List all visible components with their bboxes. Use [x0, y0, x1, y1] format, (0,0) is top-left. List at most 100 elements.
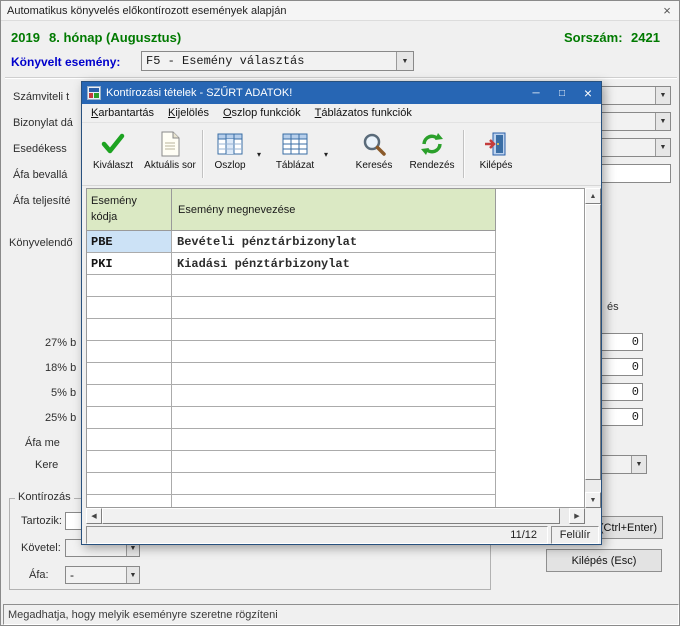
column-dropdown-icon[interactable]: ▾ — [253, 126, 265, 182]
event-name-cell[interactable] — [172, 363, 496, 385]
event-code-cell[interactable] — [87, 429, 172, 451]
dialog-toolbar: Kiválaszt Aktuális sor Oszlop ▾ Tá — [82, 123, 601, 186]
toolbar-separator — [463, 130, 465, 178]
vertical-scroll-thumb[interactable] — [585, 204, 601, 480]
kerekites-dropdown-icon[interactable]: ▼ — [631, 456, 646, 473]
tartozik-label: Tartozik: — [21, 515, 62, 527]
table-row: PKI Kiadási pénztárbizonylat — [87, 253, 584, 275]
event-code-cell[interactable] — [87, 385, 172, 407]
table-icon — [282, 130, 308, 158]
main-window: Automatikus könyvelés előkontírozott ese… — [0, 0, 680, 626]
menu-oszlop-funkciok[interactable]: Oszlop funkciók — [216, 105, 308, 122]
table-dropdown-icon[interactable]: ▾ — [320, 126, 332, 182]
column-table-icon — [217, 130, 243, 158]
table-button[interactable]: Táblázat — [270, 126, 320, 182]
search-button[interactable]: Keresés — [346, 126, 402, 182]
bizonylat-datum-dropdown-icon[interactable]: ▼ — [655, 113, 670, 130]
search-button-label: Keresés — [356, 160, 393, 171]
event-name-cell[interactable] — [172, 407, 496, 429]
event-table-body: PBE Bevételi pénztárbizonylat PKI Kiadás… — [87, 231, 584, 508]
event-code-cell[interactable]: PKI — [87, 253, 172, 275]
horizontal-scrollbar[interactable]: ◀ ▶ — [86, 508, 585, 524]
table-row — [87, 385, 584, 407]
vertical-scrollbar[interactable]: ▲ ▼ — [585, 188, 601, 508]
event-code-cell[interactable] — [87, 495, 172, 508]
event-code-cell[interactable]: PBE — [87, 231, 172, 253]
menu-karbantartas[interactable]: Karbantartás — [84, 105, 161, 122]
select-button[interactable]: Kiválaszt — [85, 126, 141, 182]
table-row — [87, 451, 584, 473]
label-5-percent: 5% b — [51, 387, 76, 399]
event-combo[interactable]: F5 - Esemény választás ▼ — [141, 51, 414, 71]
scroll-down-icon[interactable]: ▼ — [585, 492, 601, 508]
dialog-close-button[interactable]: × — [575, 82, 601, 104]
event-code-cell[interactable] — [87, 341, 172, 363]
esedekesseg-dropdown-icon[interactable]: ▼ — [655, 139, 670, 156]
dialog-maximize-button[interactable]: □ — [549, 82, 575, 104]
szamviteli-field-dropdown-icon[interactable]: ▼ — [655, 87, 670, 104]
scroll-left-icon[interactable]: ◀ — [86, 508, 102, 524]
event-combo-dropdown-icon[interactable]: ▼ — [396, 52, 413, 70]
table-row: PBE Bevételi pénztárbizonylat — [87, 231, 584, 253]
dialog-menubar: Karbantartás Kijelölés Oszlop funkciók T… — [82, 104, 601, 123]
search-icon — [361, 130, 387, 158]
event-name-cell[interactable] — [172, 429, 496, 451]
label-27-percent: 27% b — [45, 337, 76, 349]
event-code-cell[interactable] — [87, 451, 172, 473]
label-afa-mentes: Áfa me — [25, 437, 60, 449]
select-button-label: Kiválaszt — [93, 160, 133, 171]
event-name-cell[interactable] — [172, 473, 496, 495]
event-name-cell[interactable]: Bevételi pénztárbizonylat — [172, 231, 496, 253]
event-code-cell[interactable] — [87, 275, 172, 297]
event-name-cell[interactable] — [172, 297, 496, 319]
exit-button[interactable]: Kilépés (Esc) — [546, 549, 662, 572]
table-row — [87, 473, 584, 495]
dialog-statusbar: 11/12 Felülír — [82, 526, 601, 544]
window-title: Automatikus könyvelés előkontírozott ese… — [7, 5, 286, 17]
event-name-cell[interactable] — [172, 495, 496, 508]
event-name-cell[interactable] — [172, 451, 496, 473]
table-row — [87, 275, 584, 297]
event-name-cell[interactable] — [172, 385, 496, 407]
event-code-cell[interactable] — [87, 473, 172, 495]
period-year: 2019 — [11, 30, 40, 45]
period-month: 8. hónap (Augusztus) — [49, 30, 181, 45]
event-code-cell[interactable] — [87, 319, 172, 341]
window-close-button[interactable]: × — [655, 3, 679, 18]
dialog-exit-button[interactable]: Kilépés — [468, 126, 524, 182]
scroll-up-icon[interactable]: ▲ — [585, 188, 601, 204]
horizontal-scroll-thumb[interactable] — [102, 508, 560, 524]
document-icon — [159, 130, 181, 158]
form-label-afa-bevallas: Áfa bevallá — [13, 169, 67, 181]
dialog-minimize-button[interactable]: ─ — [523, 82, 549, 104]
event-name-cell[interactable]: Kiadási pénztárbizonylat — [172, 253, 496, 275]
current-row-button[interactable]: Aktuális sor — [141, 126, 199, 182]
menu-tablazatos-funkciok[interactable]: Táblázatos funkciók — [308, 105, 419, 122]
table-button-label: Táblázat — [276, 160, 314, 171]
event-code-cell[interactable] — [87, 407, 172, 429]
afa-combo[interactable]: - ▼ — [65, 566, 140, 584]
sort-button[interactable]: Rendezés — [404, 126, 460, 182]
kontirozas-group-label: Kontírozás — [15, 491, 74, 503]
menu-kijeloles[interactable]: Kijelölés — [161, 105, 216, 122]
code-column-header[interactable]: Esemény kódja — [87, 189, 172, 231]
dialog-titlebar[interactable]: Kontírozási tételek - SZŰRT ADATOK! ─ □ … — [82, 82, 601, 104]
afa-dropdown-icon[interactable]: ▼ — [126, 567, 139, 583]
event-name-cell[interactable] — [172, 341, 496, 363]
form-label-esedekesseg: Esedékess — [13, 143, 67, 155]
event-name-cell[interactable] — [172, 275, 496, 297]
name-column-header[interactable]: Esemény megnevezése — [172, 189, 496, 231]
status-bar-text: Megadhatja, hogy melyik eseményre szeret… — [8, 609, 278, 621]
column-button[interactable]: Oszlop — [207, 126, 253, 182]
table-row — [87, 363, 584, 385]
event-code-cell[interactable] — [87, 363, 172, 385]
table-row — [87, 407, 584, 429]
sort-button-label: Rendezés — [409, 160, 454, 171]
event-code-cell[interactable] — [87, 297, 172, 319]
event-table: Esemény kódja Esemény megnevezése PBE Be… — [86, 188, 585, 508]
form-label-bizonylat: Bizonylat dá — [13, 117, 73, 129]
event-name-cell[interactable] — [172, 319, 496, 341]
form-label-afa-teljesites: Áfa teljesíté — [13, 195, 70, 207]
scroll-right-icon[interactable]: ▶ — [569, 508, 585, 524]
window-titlebar[interactable]: Automatikus könyvelés előkontírozott ese… — [1, 1, 679, 21]
